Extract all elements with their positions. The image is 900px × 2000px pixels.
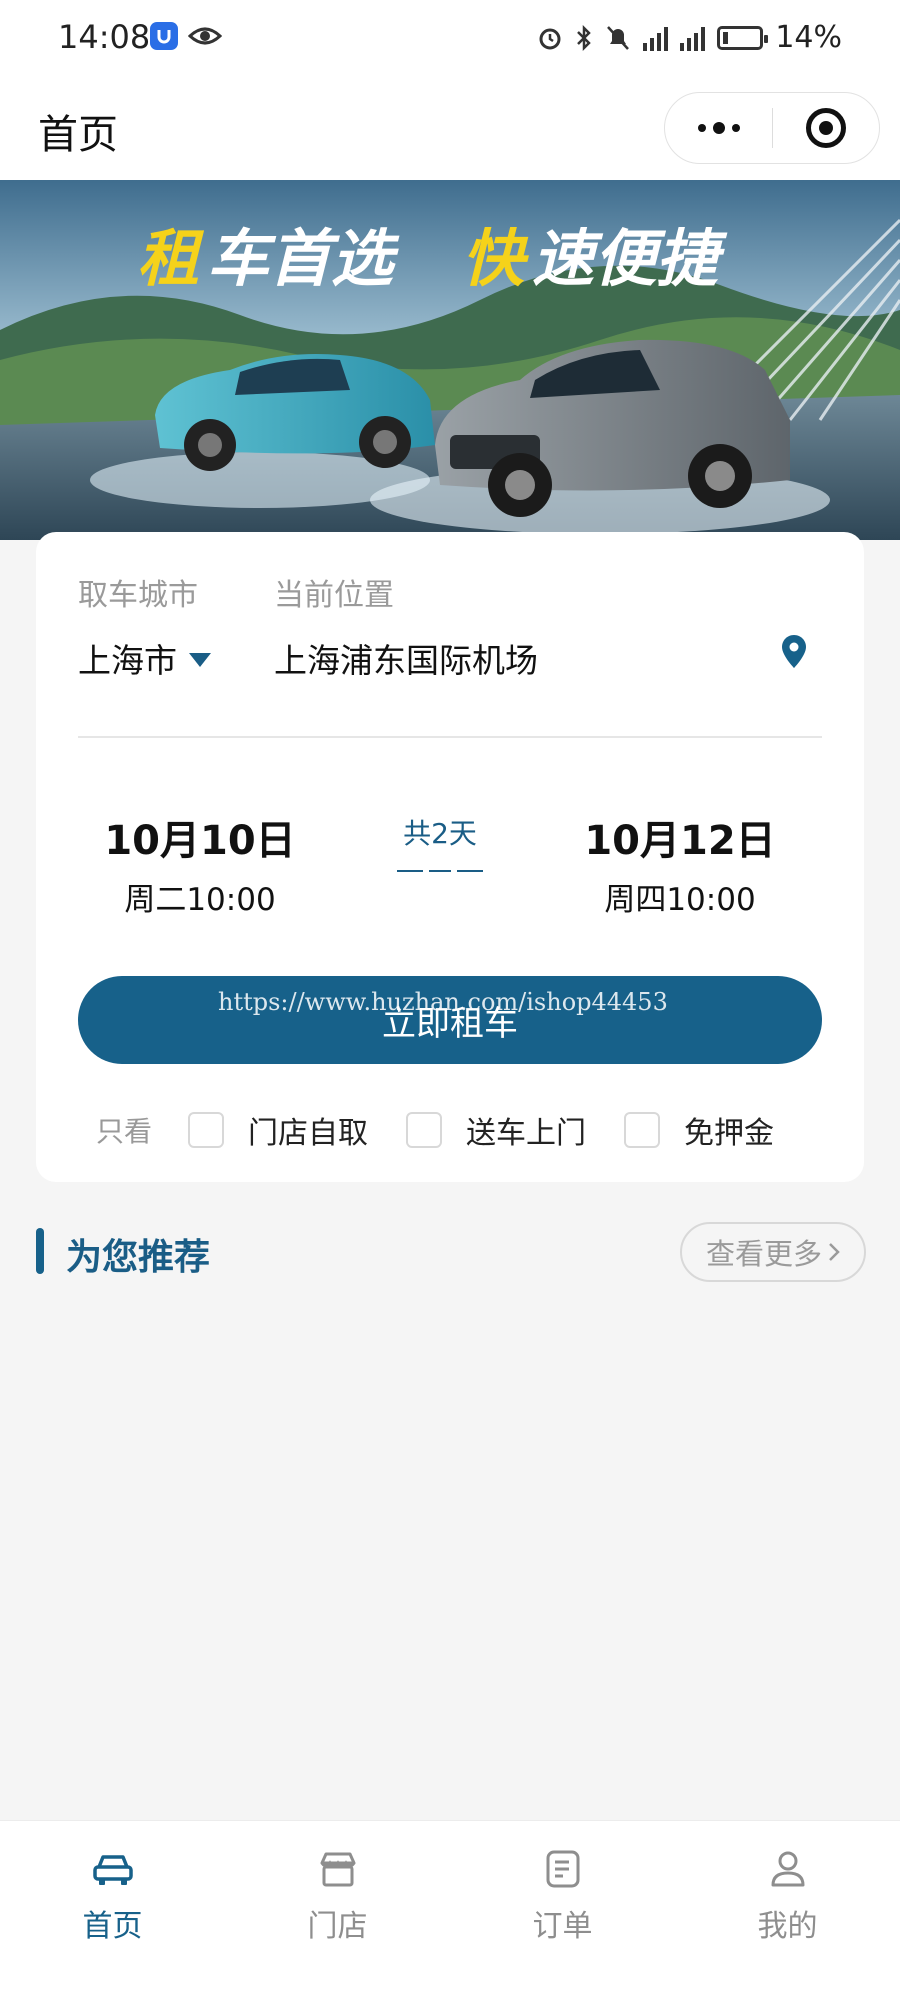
order-icon — [539, 1845, 587, 1893]
car-icon — [89, 1845, 137, 1893]
location-value[interactable]: 上海浦东国际机场 — [274, 634, 538, 682]
banner-headline: 车首选 — [207, 222, 400, 295]
alarm-icon — [539, 28, 561, 49]
page-title: 首页 — [38, 112, 118, 158]
promo-banner[interactable]: 租 车首选 快 速便捷 — [0, 180, 900, 540]
view-more-button[interactable]: 查看更多 — [680, 1222, 866, 1282]
battery-percent: 14% — [775, 20, 842, 55]
city-value: 上海市 — [78, 641, 177, 680]
city-selector[interactable]: 上海市 — [78, 634, 211, 682]
miniprogram-capsule — [664, 92, 880, 164]
signal-icon — [680, 25, 706, 51]
user-icon — [764, 1845, 812, 1893]
eye-icon — [188, 27, 222, 45]
banner-headline-accent: 快 — [462, 222, 529, 295]
checkbox[interactable] — [406, 1112, 443, 1148]
signal-icon — [643, 25, 669, 51]
more-dots-icon[interactable] — [665, 92, 772, 164]
target-icon[interactable] — [773, 92, 879, 164]
checkbox[interactable] — [624, 1112, 661, 1148]
caret-down-icon — [189, 653, 211, 667]
tab-label: 订单 — [532, 1909, 593, 1944]
filter-store-pickup[interactable]: 门店自取 — [188, 1108, 368, 1152]
recommend-title: 为您推荐 — [66, 1237, 211, 1278]
filter-label: 只看 — [96, 1115, 153, 1148]
section-accent-bar — [36, 1228, 44, 1274]
banner-headline-accent: 租 — [137, 222, 205, 295]
duration: 共2天 — [350, 812, 530, 872]
banner-headline: 速便捷 — [532, 222, 728, 295]
duration-line — [397, 870, 483, 872]
location-label: 当前位置 — [274, 578, 394, 613]
nav-bar: 首页 — [0, 80, 900, 180]
location-pin-icon[interactable] — [780, 634, 808, 670]
pickup-date-value: 10月10日 — [104, 818, 296, 864]
app-notification-icon — [150, 22, 178, 50]
filter-option-label: 送车上门 — [466, 1116, 587, 1151]
status-bar: 14:08 14% — [0, 0, 900, 80]
pickup-time-value: 周二10:00 — [124, 882, 276, 918]
filter-option-label: 免押金 — [684, 1116, 775, 1151]
booking-card: 取车城市 当前位置 上海市 上海浦东国际机场 10月10日 周二10:00 共2… — [36, 532, 864, 1182]
duration-text: 共2天 — [403, 817, 477, 850]
tab-bar: 首页 门店 订单 我的 — [0, 1820, 900, 2000]
status-time: 14:08 — [58, 18, 151, 56]
battery-icon — [717, 25, 769, 50]
return-date-value: 10月12日 — [584, 818, 776, 864]
filter-delivery[interactable]: 送车上门 — [406, 1108, 586, 1152]
bluetooth-icon — [577, 24, 592, 51]
city-label: 取车城市 — [78, 578, 198, 613]
tab-label: 我的 — [757, 1909, 818, 1944]
tab-label: 首页 — [82, 1909, 143, 1944]
filter-no-deposit[interactable]: 免押金 — [624, 1108, 774, 1152]
tab-orders[interactable]: 订单 — [450, 1821, 675, 2000]
return-time-value: 周四10:00 — [604, 882, 756, 918]
store-icon — [314, 1845, 362, 1893]
divider — [78, 736, 822, 738]
tab-mine[interactable]: 我的 — [675, 1821, 900, 2000]
chevron-right-icon — [829, 1243, 840, 1261]
filter-option-label: 门店自取 — [248, 1116, 369, 1151]
pickup-date[interactable]: 10月10日 周二10:00 — [70, 808, 330, 919]
filter-row: 只看 门店自取 送车上门 免押金 — [96, 1108, 812, 1152]
rent-now-button[interactable]: 立即租车 — [78, 976, 822, 1064]
mute-icon — [607, 25, 630, 50]
return-date[interactable]: 10月12日 周四10:00 — [550, 808, 810, 919]
tab-label: 门店 — [307, 1909, 368, 1944]
checkbox[interactable] — [188, 1112, 225, 1148]
tab-home[interactable]: 首页 — [0, 1821, 225, 2000]
tab-store[interactable]: 门店 — [225, 1821, 450, 2000]
view-more-label: 查看更多 — [705, 1237, 822, 1271]
